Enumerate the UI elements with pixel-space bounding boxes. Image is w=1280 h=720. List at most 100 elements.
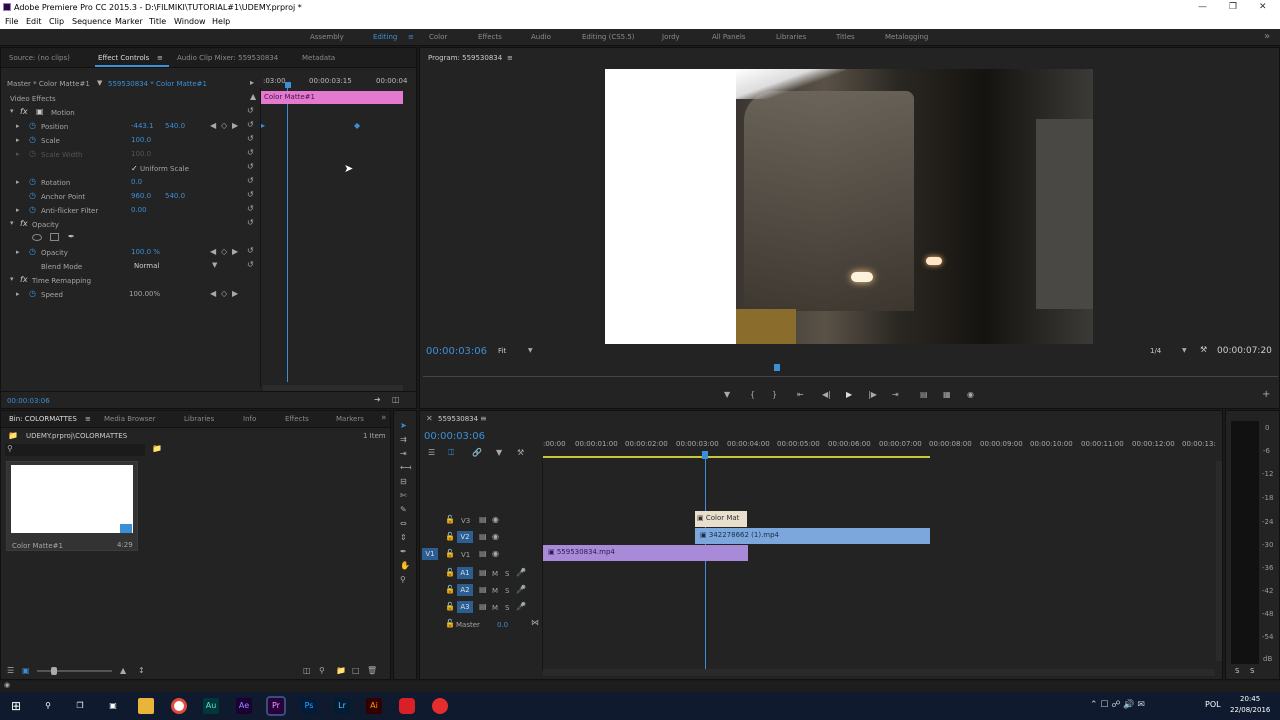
ws-effects[interactable]: Effects (478, 33, 502, 41)
extract-icon[interactable]: ▦ (943, 390, 951, 399)
ripple-edit-tool-icon[interactable]: ⇥ (400, 449, 407, 458)
v3-sync-icon[interactable]: ▤ (479, 515, 487, 524)
program-playhead[interactable] (774, 364, 780, 371)
mark-out-icon[interactable]: } (772, 390, 777, 399)
antiflicker-expand-icon[interactable]: ▸ (16, 206, 20, 214)
tab-libraries[interactable]: Libraries (184, 415, 214, 423)
add-keyframe-icon[interactable]: ◇ (221, 121, 227, 130)
scale-value[interactable]: 100.0 (131, 136, 151, 144)
tab-effect-controls[interactable]: Effect Controls (98, 54, 149, 62)
step-forward-icon[interactable]: |▶ (868, 390, 877, 399)
icon-view-icon[interactable]: ▣ (22, 666, 30, 675)
v2-sync-icon[interactable]: ▤ (479, 532, 487, 541)
speed-expand-icon[interactable]: ▸ (16, 290, 20, 298)
zoom-tool-icon[interactable]: ⚲ (400, 575, 406, 584)
menu-edit[interactable]: Edit (26, 17, 42, 26)
v1-eye-icon[interactable]: ◉ (492, 549, 499, 558)
uniform-reset-icon[interactable]: ↺ (247, 162, 254, 171)
tab-effects[interactable]: Effects (285, 415, 309, 423)
illustrator-icon[interactable]: Ai (366, 698, 382, 714)
opacity-expand-icon[interactable]: ▸ (16, 248, 20, 256)
speed-prev-keyframe-icon[interactable]: ◀ (210, 289, 216, 298)
tab-source[interactable]: Source: (no clips) (9, 54, 70, 62)
opacity-reset-icon[interactable]: ↺ (247, 246, 254, 255)
thumbnail-size-slider[interactable] (37, 670, 112, 672)
scale-width-reset-icon[interactable]: ↺ (247, 148, 254, 157)
list-view-icon[interactable]: ☰ (7, 666, 14, 675)
scale-stopwatch-icon[interactable]: ◷ (29, 135, 36, 144)
pen-mask-icon[interactable]: ✒ (68, 232, 75, 241)
keyboard-language[interactable]: POL (1205, 700, 1221, 709)
master-lock-icon[interactable]: 🔓 (445, 619, 455, 628)
a2-sync-icon[interactable]: ▤ (479, 585, 487, 594)
a1-mic-icon[interactable]: 🎤 (516, 568, 526, 577)
mark-in-icon[interactable]: { (750, 390, 755, 399)
timeline-timecode[interactable]: 00:00:03:06 (424, 431, 485, 442)
track-v2[interactable]: V2 (457, 531, 473, 543)
eraser-tool-icon[interactable]: ✎ (400, 505, 407, 514)
clip-v3[interactable]: ▣ Color Mat (695, 511, 747, 527)
panel-menu-icon[interactable]: ≡ (157, 54, 163, 62)
export-frame-icon[interactable]: ◉ (967, 390, 974, 399)
tray-icons[interactable]: ⌃ ☐ ☍ 🔊 ✉ (1090, 700, 1145, 710)
position-reset-icon[interactable]: ↺ (247, 120, 254, 129)
clock-time[interactable]: 20:45 (1240, 695, 1260, 703)
track-v3[interactable]: V3 (461, 517, 470, 525)
opacity-fx-reset-icon[interactable]: ↺ (247, 218, 254, 227)
timeline-vertical-scrollbar[interactable] (1216, 461, 1222, 661)
lift-icon[interactable]: ▤ (920, 390, 928, 399)
razor-tool-icon[interactable]: ✄ (400, 491, 407, 500)
quality-select[interactable]: 1/4 (1150, 347, 1161, 355)
insert-nest-icon[interactable]: ☰ (428, 448, 435, 457)
position-expand-icon[interactable]: ▸ (16, 122, 20, 130)
remap-expand-icon[interactable]: ▾ (10, 275, 14, 283)
media-app-icon[interactable] (399, 698, 415, 714)
ws-all-panels[interactable]: All Panels (712, 33, 745, 41)
v3-lock-icon[interactable]: 🔓 (445, 515, 455, 524)
remap-fx-icon[interactable]: fx (20, 275, 28, 284)
start-windows-icon[interactable]: ⊞ (8, 698, 24, 714)
rate-stretch-tool-icon[interactable]: ⊟ (400, 477, 407, 486)
position-x-value[interactable]: -443.1 (131, 122, 154, 130)
ws-jordy[interactable]: Jordy (662, 33, 680, 41)
bin-search-input[interactable]: ⚲ (5, 444, 145, 456)
speed-next-keyframe-icon[interactable]: ▶ (232, 289, 238, 298)
menu-file[interactable]: File (5, 17, 18, 26)
position-stopwatch-icon[interactable]: ◷ (29, 121, 36, 130)
rotation-value[interactable]: 0.0 (131, 178, 142, 186)
store-icon[interactable]: ▣ (105, 698, 121, 714)
ws-assembly[interactable]: Assembly (310, 33, 344, 41)
new-item-icon[interactable]: ◫ (303, 666, 311, 675)
fx-icon[interactable]: fx (20, 107, 28, 116)
ec-filter-icon[interactable]: ➜ (374, 395, 381, 404)
step-back-icon[interactable]: ◀| (822, 390, 831, 399)
a3-mic-icon[interactable]: 🎤 (516, 602, 526, 611)
fit-dropdown-icon[interactable]: ▼ (528, 347, 533, 354)
tab-markers[interactable]: Markers (336, 415, 364, 423)
ws-metalogging[interactable]: Metalogging (885, 33, 928, 41)
fit-select[interactable]: Fit (498, 347, 506, 355)
opacity-prev-keyframe-icon[interactable]: ◀ (210, 247, 216, 256)
ws-overflow-icon[interactable]: » (1264, 31, 1270, 42)
add-marker-icon[interactable]: ▼ (724, 390, 730, 399)
opacity-add-keyframe-icon[interactable]: ◇ (221, 247, 227, 256)
lightroom-icon[interactable]: Lr (334, 698, 350, 714)
project-item-card[interactable]: Color Matte#1 4:29 (6, 461, 138, 551)
timeline-settings-icon[interactable]: ⚒ (517, 448, 524, 457)
settings-wrench-icon[interactable]: ⚒ (1200, 345, 1207, 354)
bin-menu-icon[interactable]: ≡ (85, 415, 91, 423)
record-app-icon[interactable] (432, 698, 448, 714)
a3-lock-icon[interactable]: 🔓 (445, 602, 455, 611)
a1-mute-icon[interactable]: M (492, 570, 498, 578)
timeline-horizontal-scrollbar[interactable] (543, 669, 1215, 676)
anchor-reset-icon[interactable]: ↺ (247, 190, 254, 199)
timeline-playhead-handle[interactable] (702, 451, 708, 459)
anchor-x-value[interactable]: 960.0 (131, 192, 151, 200)
rolling-edit-tool-icon[interactable]: ⟻ (400, 463, 411, 472)
scale-reset-icon[interactable]: ↺ (247, 134, 254, 143)
a2-mute-icon[interactable]: M (492, 587, 498, 595)
new-item-footer-icon[interactable]: □ (352, 666, 360, 675)
scroll-up-icon[interactable]: ▲ (250, 92, 256, 101)
ws-editing-cs55[interactable]: Editing (CS5.5) (582, 33, 635, 41)
slide-tool-icon[interactable]: ⇕ (400, 533, 407, 542)
